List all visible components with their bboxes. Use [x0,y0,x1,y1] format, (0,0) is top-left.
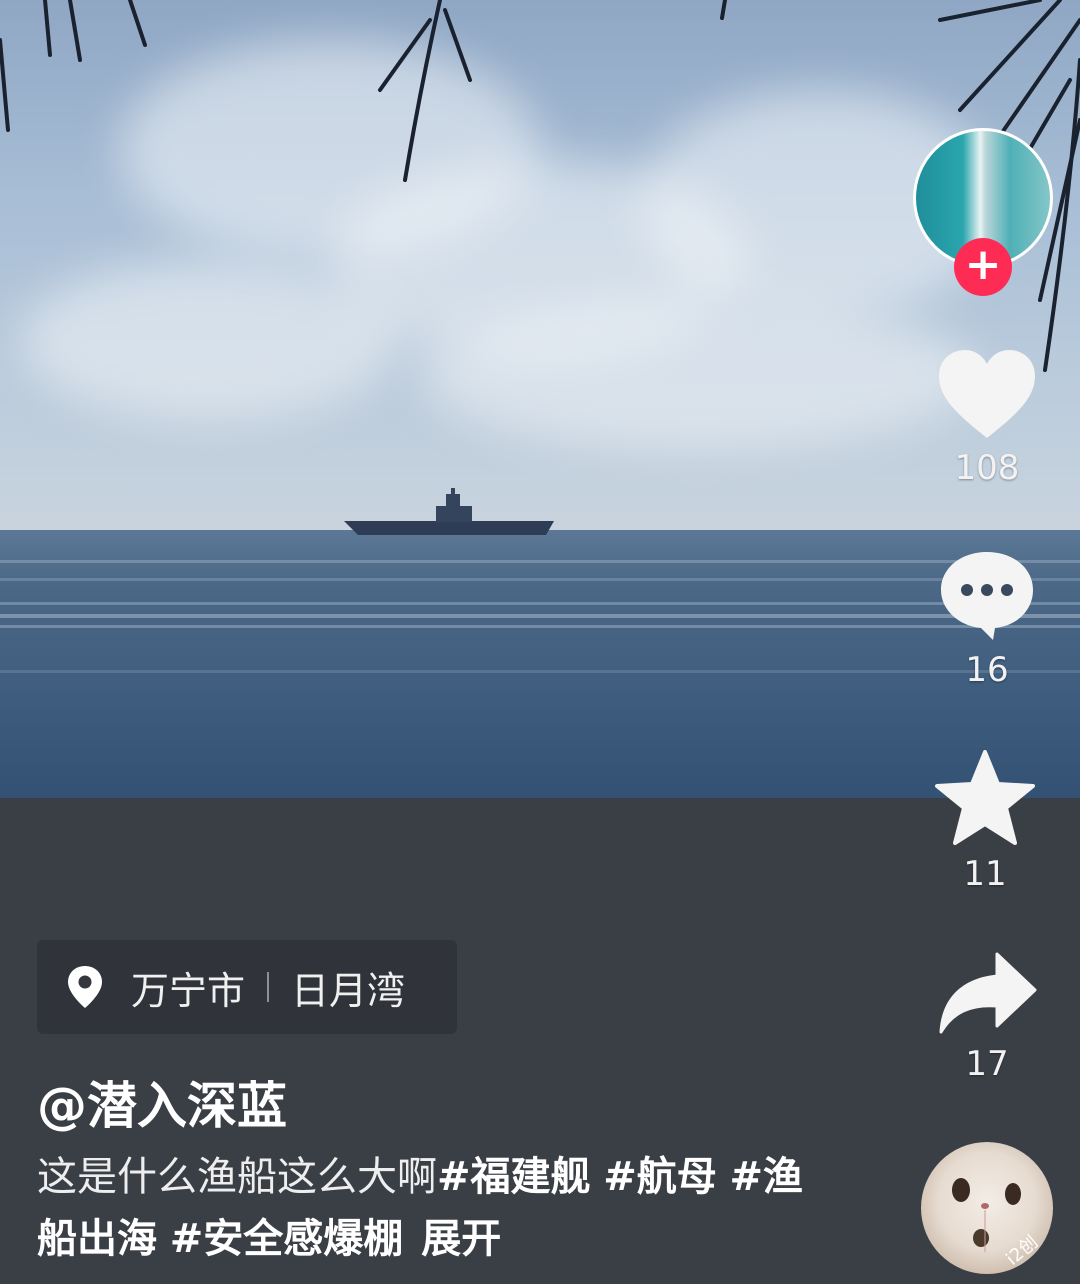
favorite-count: 11 [963,854,1007,894]
follow-button[interactable]: + [954,238,1012,296]
video-frame[interactable] [0,0,1080,798]
comment-count: 16 [965,650,1009,690]
music-disc[interactable]: i2创 [921,1142,1053,1274]
like-count: 108 [954,448,1020,488]
author-name[interactable]: @潜入深蓝 [37,1066,287,1138]
hashtag[interactable]: #福建舰 [437,1154,591,1200]
like-button[interactable]: 108 [927,348,1047,488]
sea [0,530,1080,798]
expand-caption-button[interactable]: 展开 [421,1216,501,1262]
star-icon [935,750,1035,845]
share-count: 17 [965,1044,1009,1084]
comment-bubble-icon [941,552,1033,640]
post-caption: 这是什么渔船这么大啊#福建舰 #航母 #渔船出海 #安全感爆棚 展开 [37,1146,827,1270]
location-divider [267,972,270,1002]
location-tag[interactable]: 万宁市 日月湾 [37,940,457,1034]
comment-button[interactable]: 16 [927,548,1047,690]
location-pin-icon [68,966,102,1008]
share-arrow-icon [939,952,1037,1034]
caption-text: 这是什么渔船这么大啊 [37,1154,437,1200]
location-city: 万宁市 [131,968,246,1013]
hashtag[interactable]: #航母 [603,1154,717,1200]
favorite-button[interactable]: 11 [925,750,1045,894]
heart-icon [939,350,1035,438]
aircraft-carrier-image [344,488,554,535]
music-disc-artwork: i2创 [952,1178,1042,1270]
location-spot: 日月湾 [291,968,406,1013]
hashtag[interactable]: #安全感爆棚 [170,1216,404,1262]
author-avatar[interactable]: + [913,128,1053,296]
share-button[interactable]: 17 [927,950,1047,1084]
